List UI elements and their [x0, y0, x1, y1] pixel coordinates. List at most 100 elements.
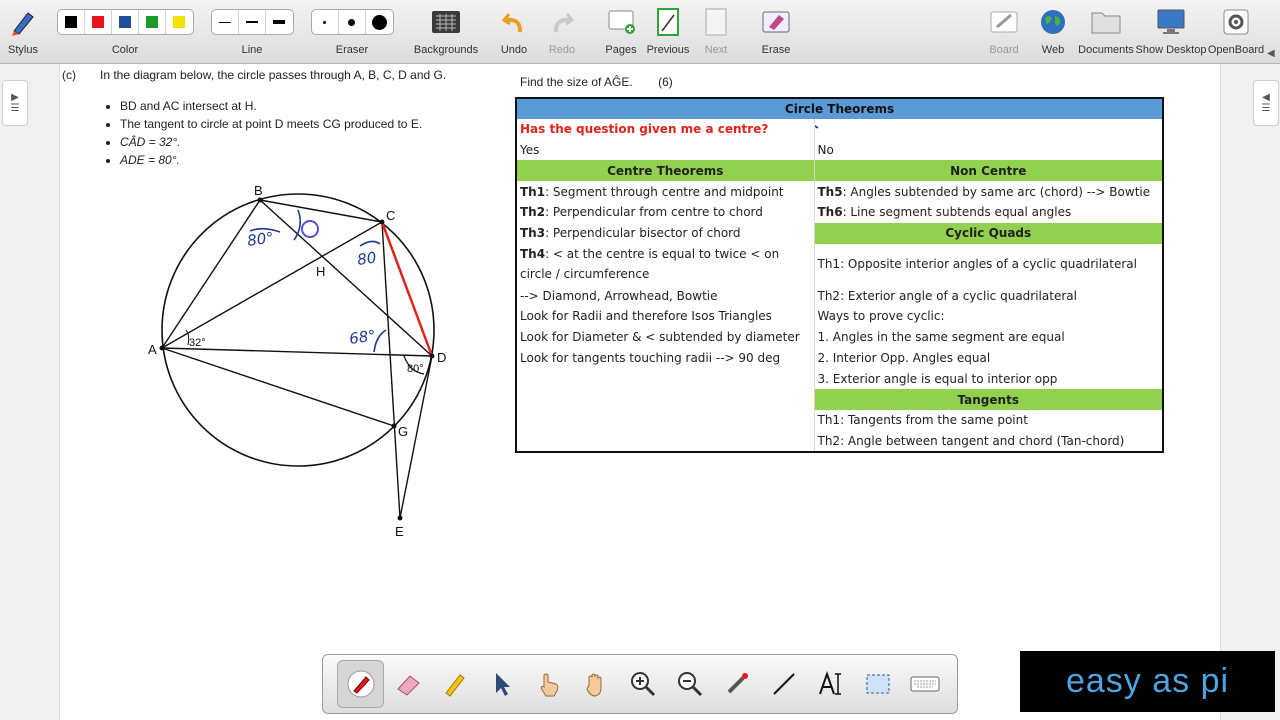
hand-icon [585, 673, 601, 697]
line-thick[interactable] [266, 10, 293, 34]
eraser-large[interactable] [366, 10, 393, 34]
easy-as-pi-logo: easy as pi [1020, 651, 1275, 712]
board-button[interactable]: Board [986, 4, 1022, 62]
highlighter-icon [444, 674, 465, 697]
documents-button[interactable]: Documents [1078, 4, 1134, 62]
zoom-out-tool[interactable] [666, 660, 713, 708]
text-icon [818, 670, 841, 695]
color-green[interactable] [139, 10, 166, 34]
pages-button[interactable]: Pages [602, 4, 640, 62]
globe-icon [1039, 4, 1067, 40]
stylus-tool[interactable]: Stylus [4, 4, 42, 62]
theorem-row: 2. Interior Opp. Angles equal [814, 347, 1164, 369]
backgrounds-icon [431, 4, 461, 40]
find-question: Find the size of AĜE. (6) [520, 75, 673, 89]
ink-circle-mark [301, 220, 319, 238]
board-icon [989, 4, 1019, 40]
right-palette-toggle[interactable]: ◀ ☰ [1253, 80, 1279, 126]
circle-diagram: A B C D G E H 32° 80° 80° 80 68° [148, 183, 446, 539]
segment-ad [161, 347, 433, 357]
circle-theorems-table: Circle Theorems Has the question given m… [515, 97, 1165, 453]
laser-icon [727, 673, 748, 694]
zoom-in-icon [630, 672, 655, 697]
color-blue[interactable] [112, 10, 139, 34]
segment-ag [161, 347, 395, 427]
table-title: Circle Theorems [516, 98, 1164, 119]
eraser-small[interactable] [312, 10, 339, 34]
folder-icon [1090, 4, 1122, 40]
line-width-picker [210, 9, 294, 35]
collapse-toolbar-icon[interactable]: ◀ [1267, 48, 1275, 59]
laser-pointer-tool[interactable] [713, 660, 760, 708]
erase-page-button[interactable]: Erase [758, 4, 794, 62]
previous-page-button[interactable]: Previous [646, 4, 690, 62]
theorem-row: Th5: Angles subtended by same arc (chord… [814, 181, 1164, 202]
next-page-button[interactable]: Next [698, 4, 734, 62]
main-toolbar: Stylus Color Line Eraser Backgrounds Und… [0, 0, 1280, 64]
zoom-in-tool[interactable] [619, 660, 666, 708]
pen-tool[interactable] [337, 660, 384, 708]
settings-icon [1222, 4, 1250, 40]
line-draw-tool[interactable] [760, 660, 807, 708]
cyclic-quads-heading: Cyclic Quads [814, 222, 1164, 244]
label-g: G [398, 424, 408, 439]
ink-arc-c [359, 240, 381, 247]
label-c: C [386, 208, 395, 223]
label-b: B [254, 183, 263, 198]
ink-angle-mid: 68° [348, 326, 377, 348]
line-medium[interactable] [239, 10, 266, 34]
next-page-icon [702, 4, 730, 40]
eraser-size-picker [310, 9, 394, 35]
given-item: ADE = 80°. [120, 151, 422, 169]
theorem-row: Th1: Opposite interior angles of a cycli… [814, 243, 1164, 286]
question-intro: In the diagram below, the circle passes … [100, 68, 447, 82]
theorem-row: Th1: Tangents from the same point [814, 409, 1164, 431]
color-yellow[interactable] [166, 10, 193, 34]
theorem-row: Th2: Exterior angle of a cyclic quadrila… [814, 285, 1164, 306]
highlighter-tool[interactable] [431, 660, 478, 708]
theorem-row: Th4: < at the centre is equal to twice <… [516, 243, 815, 286]
keyboard-tool[interactable] [901, 660, 948, 708]
capture-tool[interactable] [854, 660, 901, 708]
hand-click-icon [539, 673, 558, 697]
empty-cell [516, 368, 815, 390]
arrow-right-icon: ▶ [11, 92, 19, 103]
erase-page-icon [761, 4, 791, 40]
centre-question: Has the question given me a centre? [516, 118, 815, 140]
eraser-tool[interactable] [384, 660, 431, 708]
given-list: BD and AC intersect at H. The tangent to… [102, 97, 422, 169]
logo-text: easy as pi [1065, 662, 1230, 700]
line-thin[interactable] [212, 10, 239, 34]
given-item: CÂD = 32°. [120, 133, 422, 151]
redo-button[interactable]: Redo [544, 4, 580, 62]
theorem-row: Th6: Line segment subtends equal angles [814, 201, 1164, 223]
pointer-icon [495, 673, 510, 696]
tangents-heading: Tangents [814, 389, 1164, 410]
web-button[interactable]: Web [1036, 4, 1070, 62]
left-palette-toggle[interactable]: ▶ ☰ [2, 80, 28, 126]
ink-angle-c: 80 [356, 248, 377, 268]
text-tool[interactable] [807, 660, 854, 708]
stylus-palette [322, 654, 958, 714]
theorem-row: Look for tangents touching radii --> 90 … [516, 347, 815, 369]
color-red[interactable] [85, 10, 112, 34]
selector-tool[interactable] [478, 660, 525, 708]
empty-cell [516, 430, 815, 452]
undo-button[interactable]: Undo [496, 4, 532, 62]
ink-arrow-cell [814, 118, 1164, 140]
theorem-row: 3. Exterior angle is equal to interior o… [814, 368, 1164, 390]
color-black[interactable] [58, 10, 85, 34]
theorem-row: Th2: Angle between tangent and chord (Ta… [814, 430, 1164, 452]
interact-tool[interactable] [525, 660, 572, 708]
left-sidebar: ▶ ☰ [0, 64, 60, 720]
backgrounds-button[interactable]: Backgrounds [414, 4, 478, 62]
redo-icon [549, 4, 575, 40]
pen-icon [347, 670, 374, 698]
pan-tool[interactable] [572, 660, 619, 708]
eraser-medium[interactable] [339, 10, 366, 34]
openboard-menu-button[interactable]: OpenBoard [1208, 4, 1264, 62]
keyboard-icon [910, 676, 939, 692]
previous-page-icon [654, 4, 682, 40]
show-desktop-button[interactable]: Show Desktop [1136, 4, 1206, 62]
eraser-size-tool: Eraser [310, 4, 394, 62]
